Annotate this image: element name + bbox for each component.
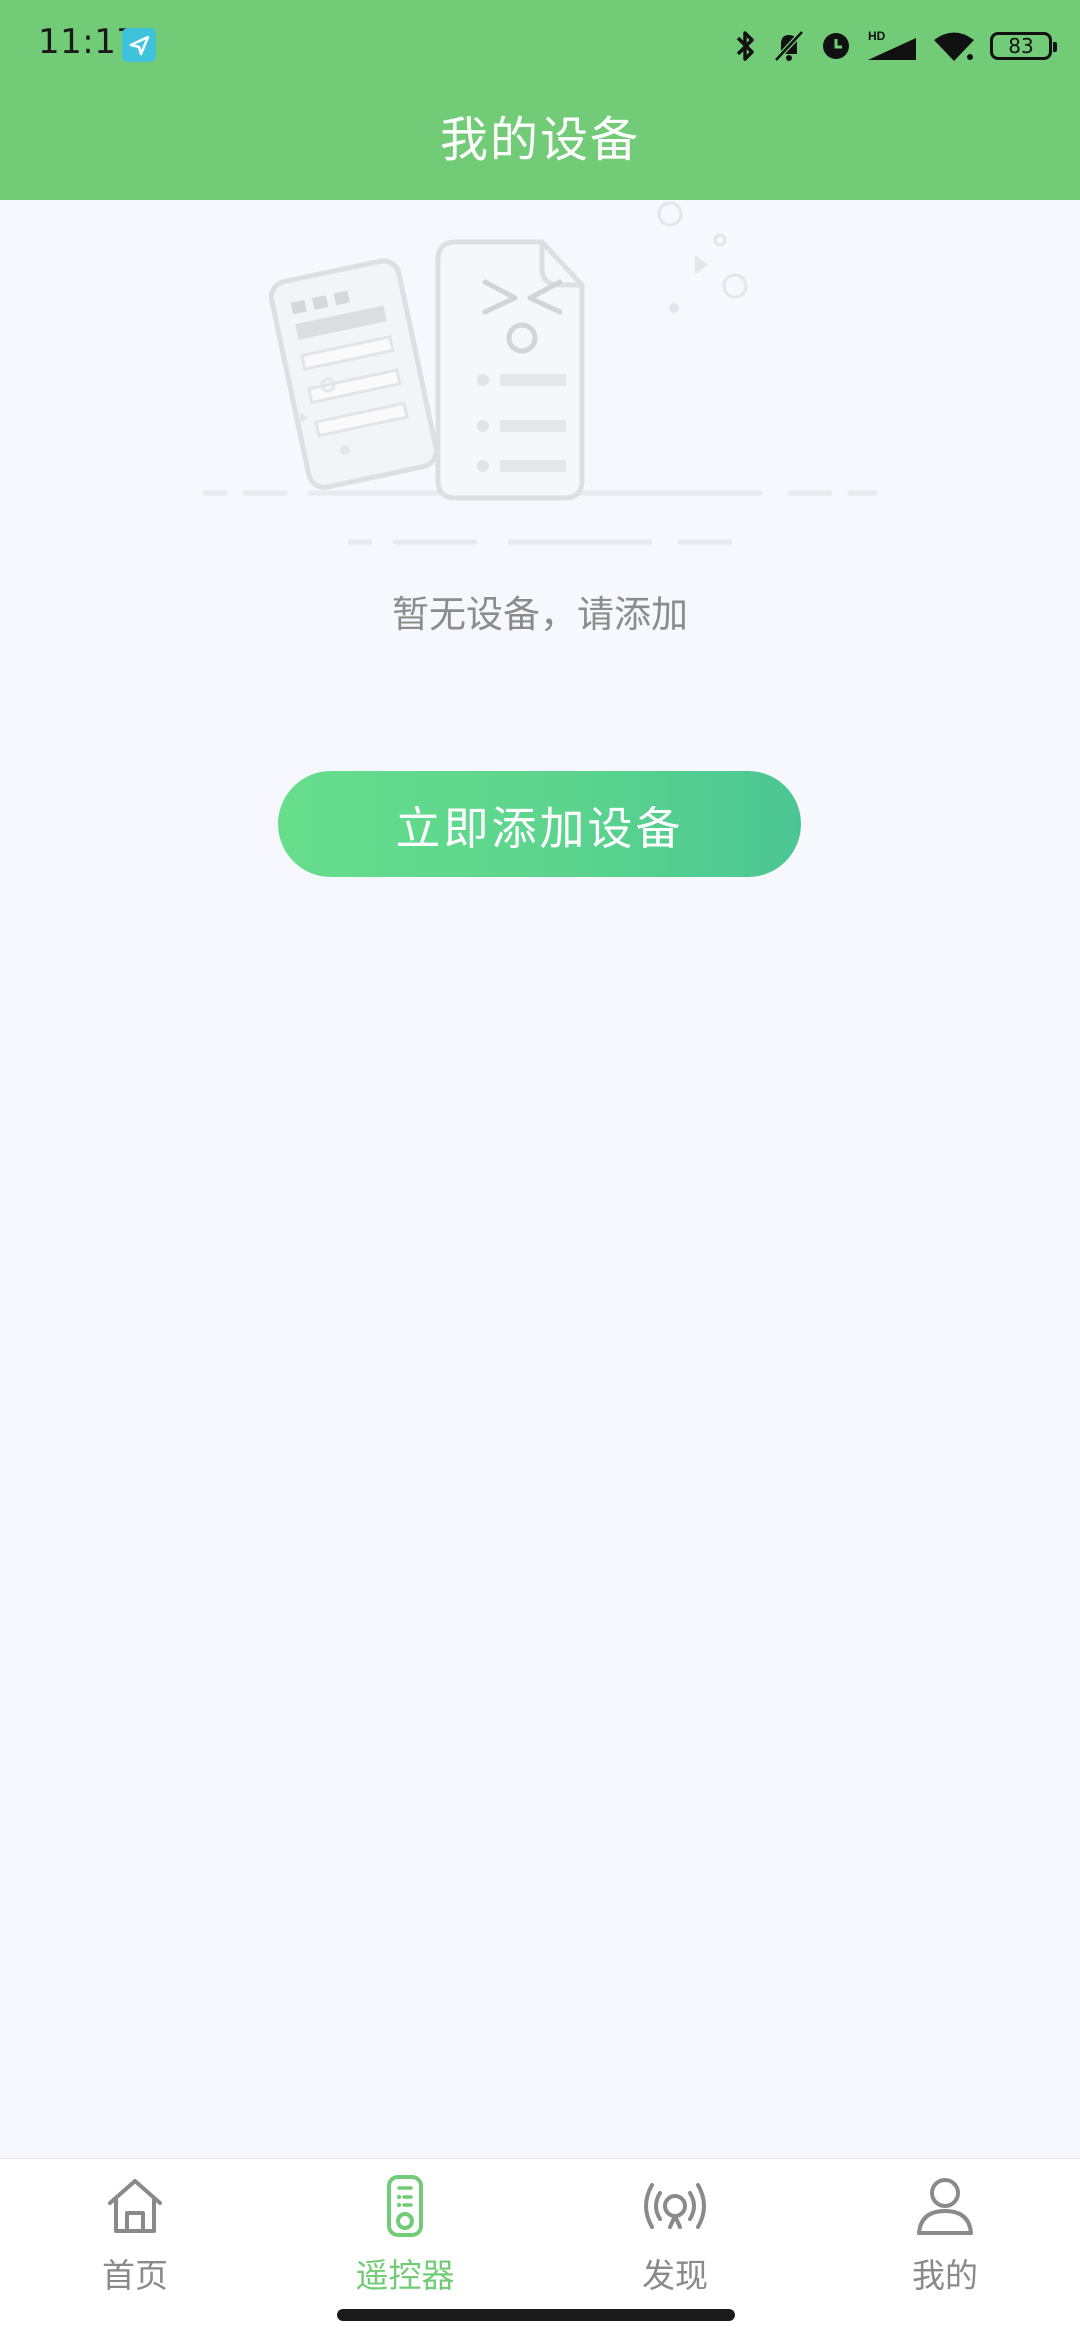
battery-level: 83: [1008, 34, 1034, 58]
signal-hd-icon: HD: [868, 29, 916, 60]
header: 11:17 HD 83 我的设备: [0, 0, 1080, 200]
wifi-icon: [934, 32, 974, 61]
home-indicator[interactable]: [337, 2309, 735, 2321]
back-document: [268, 258, 439, 490]
front-document: [435, 239, 585, 501]
status-bar: 11:17 HD 83: [0, 0, 1080, 92]
svg-text:HD: HD: [868, 29, 886, 43]
remote-control-icon: [387, 2175, 423, 2237]
broadcast-icon: [644, 2183, 706, 2229]
status-icons: HD 83: [732, 26, 1057, 66]
tab-remote[interactable]: 遥控器: [270, 2173, 540, 2313]
tab-label-home: 首页: [102, 2256, 168, 2295]
tab-home[interactable]: 首页: [0, 2173, 270, 2313]
tab-label-mine: 我的: [912, 2256, 978, 2295]
add-device-button[interactable]: 立即添加设备: [278, 771, 801, 877]
empty-state-message: 暂无设备，请添加: [392, 593, 688, 636]
home-icon: [108, 2179, 162, 2233]
page-title: 我的设备: [439, 112, 640, 168]
tab-discover[interactable]: 发现: [540, 2173, 810, 2313]
user-icon: [917, 2178, 973, 2235]
navigation-app-icon: [122, 28, 156, 62]
tab-label-remote: 遥控器: [355, 2256, 455, 2295]
bluetooth-icon: [736, 31, 754, 61]
empty-documents-illustration: [202, 201, 878, 545]
battery-icon: 83: [990, 32, 1057, 60]
mute-icon: [774, 30, 804, 62]
alarm-icon: [823, 33, 849, 59]
tab-mine[interactable]: 我的: [810, 2173, 1080, 2313]
screen: 11:17 HD 83 我的设备 暂无设备，请添加 立即添加设备 首页 遥控器 …: [0, 0, 1080, 2340]
tab-label-discover: 发现: [642, 2256, 708, 2295]
